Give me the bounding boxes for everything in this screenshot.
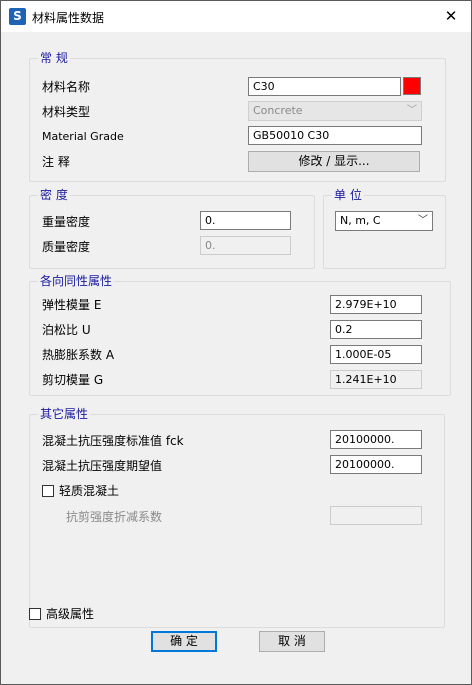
fck-input[interactable]: 20100000. — [330, 430, 422, 449]
dialog-title: 材料属性数据 — [32, 11, 105, 25]
advanced-properties-label: 高级属性 — [46, 607, 95, 621]
shear-modulus-label: 剪切模量 G — [42, 373, 104, 387]
elastic-modulus-label: 弹性模量 E — [42, 298, 102, 312]
lightweight-concrete-label: 轻质混凝土 — [59, 484, 120, 498]
units-value: N, m, C — [340, 214, 381, 227]
dialog-body: 常 规 材料名称 C30 材料类型 Concrete ﹀ Material Gr… — [9, 32, 463, 677]
note-label: 注 释 — [42, 155, 70, 169]
weight-density-input[interactable]: 0. — [200, 211, 291, 230]
shear-reduction-input — [330, 506, 422, 525]
material-name-label: 材料名称 — [42, 80, 91, 94]
shear-reduction-label: 抗剪强度折减系数 — [66, 510, 163, 524]
elastic-modulus-input[interactable]: 2.979E+10 — [330, 295, 422, 314]
app-logo-icon: S — [9, 8, 26, 25]
density-group-title: 密 度 — [38, 187, 70, 203]
expected-strength-input[interactable]: 20100000. — [330, 455, 422, 474]
title-bar: S 材料属性数据 ✕ — [1, 1, 471, 32]
lightweight-concrete-checkbox[interactable] — [42, 485, 54, 497]
ok-button[interactable]: 确 定 — [151, 631, 217, 652]
cancel-button[interactable]: 取 消 — [259, 631, 325, 652]
expected-strength-label: 混凝土抗压强度期望值 — [42, 459, 163, 473]
mass-density-input: 0. — [200, 236, 291, 255]
material-type-label: 材料类型 — [42, 105, 91, 119]
units-group: 单 位 N, m, C ﹀ — [323, 187, 446, 269]
note-modify-button[interactable]: 修改 / 显示... — [248, 151, 420, 172]
advanced-properties-checkbox[interactable] — [29, 608, 41, 620]
poisson-ratio-label: 泊松比 U — [42, 323, 91, 337]
units-select[interactable]: N, m, C ﹀ — [335, 211, 433, 231]
thermal-expansion-label: 热膨胀系数 A — [42, 348, 115, 362]
material-type-select: Concrete ﹀ — [248, 101, 422, 121]
other-properties-group: 其它属性 混凝土抗压强度标准值 fck 20100000. 混凝土抗压强度期望值… — [29, 406, 445, 628]
fck-label: 混凝土抗压强度标准值 fck — [42, 434, 184, 448]
isotropic-group: 各向同性属性 弹性模量 E 2.979E+10 泊松比 U 0.2 热膨胀系数 … — [29, 273, 451, 396]
poisson-ratio-input[interactable]: 0.2 — [330, 320, 422, 339]
material-grade-label: Material Grade — [42, 130, 124, 143]
units-group-title: 单 位 — [332, 187, 364, 203]
other-group-title: 其它属性 — [38, 406, 91, 422]
weight-density-label: 重量密度 — [42, 215, 91, 229]
material-grade-input[interactable]: GB50010 C30 — [248, 126, 422, 145]
material-property-dialog: S 材料属性数据 ✕ 常 规 材料名称 C30 材料类型 Concrete ﹀ … — [0, 0, 472, 685]
material-color-swatch[interactable] — [403, 77, 421, 95]
thermal-expansion-input[interactable]: 1.000E-05 — [330, 345, 422, 364]
shear-modulus-value: 1.241E+10 — [330, 370, 422, 389]
mass-density-label: 质量密度 — [42, 240, 91, 254]
general-group-title: 常 规 — [38, 50, 70, 66]
material-name-input[interactable]: C30 — [248, 77, 401, 96]
chevron-down-icon: ﹀ — [407, 105, 417, 116]
material-type-value: Concrete — [253, 104, 303, 117]
chevron-down-icon: ﹀ — [418, 215, 428, 226]
isotropic-group-title: 各向同性属性 — [38, 273, 115, 289]
close-icon[interactable]: ✕ — [431, 1, 471, 32]
density-group: 密 度 重量密度 0. 质量密度 0. — [29, 187, 315, 269]
general-group: 常 规 材料名称 C30 材料类型 Concrete ﹀ Material Gr… — [29, 50, 446, 182]
